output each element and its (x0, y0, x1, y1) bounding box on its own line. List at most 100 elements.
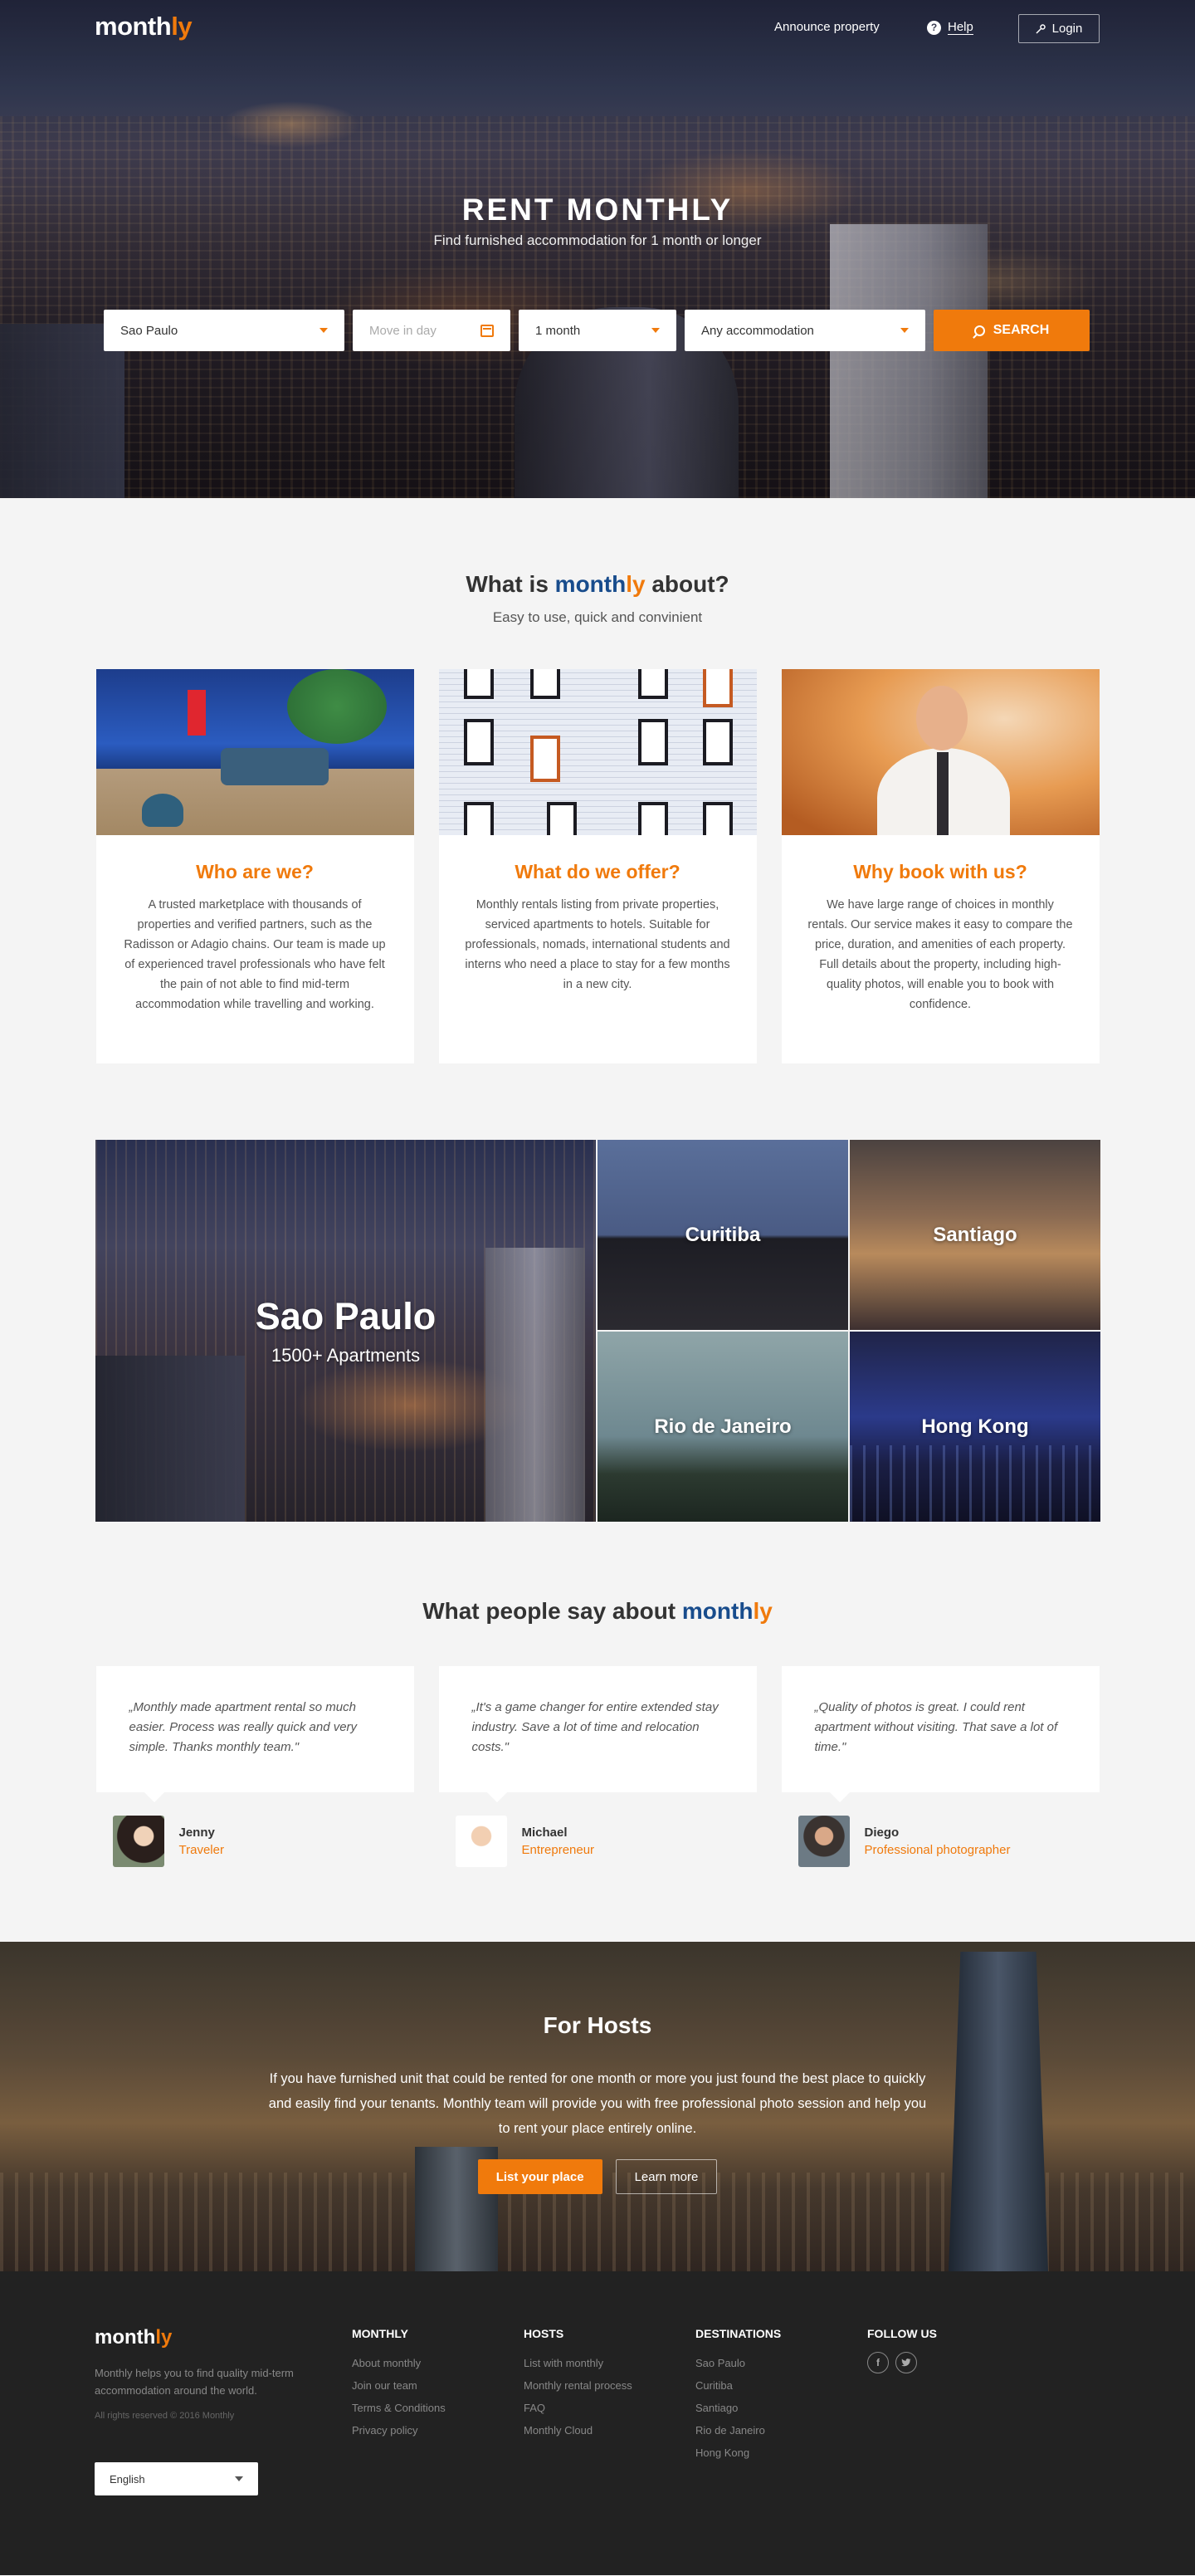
learn-more-button[interactable]: Learn more (615, 2159, 718, 2194)
help-link[interactable]: ? Help (927, 20, 973, 35)
city-tile-curitiba[interactable]: Curitiba (598, 1140, 848, 1330)
destinations-section: Sao Paulo 1500+ Apartments Curitiba Sant… (95, 1140, 1100, 1522)
testimonial-quote: „It's a game changer for entire extended… (438, 1666, 757, 1802)
footer-link[interactable]: List with monthly (524, 2352, 632, 2374)
logo-text: month (95, 2326, 156, 2349)
hero-title: RENT MONTHLY (461, 193, 734, 227)
author-name: Diego (864, 1826, 900, 1840)
avatar (455, 1816, 507, 1867)
photo-detail (702, 719, 733, 765)
office-lounge-photo (95, 669, 414, 835)
footer-link[interactable]: Hong Kong (695, 2442, 781, 2464)
announce-property-link[interactable]: Announce property (774, 20, 880, 34)
photo-detail (529, 736, 560, 782)
search-label: SEARCH (993, 323, 1050, 337)
help-label: Help (948, 20, 973, 35)
list-your-place-button[interactable]: List your place (477, 2159, 602, 2194)
logo-accent: ly (155, 2326, 173, 2349)
photo-detail (936, 752, 949, 835)
language-value: English (110, 2472, 145, 2486)
search-icon (973, 325, 985, 336)
card-text: We have large range of choices in monthl… (807, 898, 1073, 1011)
footer-link[interactable]: Monthly rental process (524, 2374, 632, 2397)
photo-detail (220, 748, 329, 785)
testimonial: „Quality of photos is great. I could ren… (781, 1666, 1100, 1867)
chevron-down-icon (900, 328, 909, 333)
testimonial-author: Jenny Traveler (96, 1816, 414, 1867)
footer-link[interactable]: About monthly (352, 2352, 446, 2374)
help-icon: ? (927, 20, 941, 35)
testimonial: „Monthly made apartment rental so much e… (95, 1666, 414, 1867)
city-tile-rio-de-janeiro[interactable]: Rio de Janeiro (598, 1332, 848, 1522)
testimonial-list: „Monthly made apartment rental so much e… (0, 1666, 1195, 1867)
about-card: Who are we? A trusted marketplace with t… (95, 669, 414, 1063)
footer-link[interactable]: Rio de Janeiro (695, 2419, 781, 2442)
city-count: 1500+ Apartments (271, 1345, 421, 1366)
avatar (112, 1816, 164, 1867)
testimonial-quote: „Monthly made apartment rental so much e… (95, 1666, 414, 1802)
footer-link[interactable]: Terms & Conditions (352, 2397, 446, 2419)
photo-detail (546, 802, 577, 835)
footer-column-follow: FOLLOW US f (867, 2327, 937, 2373)
accommodation-select[interactable]: Any accommodation (685, 310, 925, 351)
city-name: Curitiba (685, 1223, 761, 1246)
twitter-icon[interactable] (895, 2352, 917, 2373)
search-button[interactable]: SEARCH (934, 310, 1090, 351)
key-icon (1036, 23, 1046, 34)
card-text: Monthly rentals listing from private pro… (465, 898, 730, 991)
footer-link[interactable]: Privacy policy (352, 2419, 446, 2442)
photo-detail (463, 719, 494, 765)
move-in-date-input[interactable]: Move in day (353, 310, 510, 351)
footer-link[interactable]: Sao Paulo (695, 2352, 781, 2374)
login-label: Login (1051, 22, 1083, 36)
author-name: Michael (521, 1826, 568, 1840)
city-tile-hong-kong[interactable]: Hong Kong (850, 1332, 1100, 1522)
photo-detail (485, 1248, 585, 1522)
city-tile-sao-paulo[interactable]: Sao Paulo 1500+ Apartments (95, 1140, 596, 1522)
footer-link[interactable]: Join our team (352, 2374, 446, 2397)
brand-accent: ly (626, 571, 646, 597)
photo-detail (637, 719, 668, 765)
city-name: Hong Kong (921, 1415, 1029, 1438)
twitter-bird-glyph (901, 2358, 911, 2367)
author-name: Jenny (178, 1826, 215, 1840)
card-text: A trusted marketplace with thousands of … (124, 898, 386, 1011)
city-select[interactable]: Sao Paulo (104, 310, 344, 351)
photo-detail (915, 686, 968, 750)
host-with-keys-photo (781, 669, 1100, 835)
testimonials-title: What people say about monthly (0, 1598, 1195, 1625)
logo-accent: ly (171, 12, 193, 41)
brand-text: month (554, 571, 627, 597)
about-card: What do we offer? Monthly rentals listin… (438, 669, 757, 1063)
testimonial-author: Michael Entrepreneur (439, 1816, 757, 1867)
city-tile-santiago[interactable]: Santiago (850, 1140, 1100, 1330)
about-card: Why book with us? We have large range of… (781, 669, 1100, 1063)
footer-link[interactable]: Monthly Cloud (524, 2419, 632, 2442)
testimonials-section: What people say about monthly „Monthly m… (0, 1522, 1195, 1867)
footer-column-title: FOLLOW US (867, 2327, 937, 2340)
footer-link[interactable]: FAQ (524, 2397, 632, 2419)
facebook-icon[interactable]: f (867, 2352, 889, 2373)
duration-select[interactable]: 1 month (519, 310, 676, 351)
footer-description: Monthly helps you to find quality mid-te… (95, 2367, 294, 2397)
footer: monthly Monthly helps you to find qualit… (0, 2271, 1195, 2575)
footer-logo[interactable]: monthly (95, 2326, 172, 2349)
footer-column-title: MONTHLY (352, 2327, 408, 2340)
photo-detail (529, 669, 560, 699)
footer-column-hosts: HOSTS List with monthly Monthly rental p… (524, 2327, 632, 2442)
social-links: f (867, 2352, 937, 2373)
about-section: What is monthly about? Easy to use, quic… (0, 498, 1195, 1063)
about-title-text: What is (466, 571, 555, 597)
login-button[interactable]: Login (1018, 14, 1100, 43)
city-name: Sao Paulo (255, 1295, 437, 1337)
photo-detail (702, 802, 733, 835)
language-select[interactable]: English (95, 2462, 258, 2495)
footer-link[interactable]: Santiago (695, 2397, 781, 2419)
logo[interactable]: monthly (95, 12, 193, 42)
brand-text: month (681, 1598, 754, 1624)
city-name: Rio de Janeiro (654, 1415, 792, 1438)
footer-link[interactable]: Curitiba (695, 2374, 781, 2397)
hosts-title: For Hosts (543, 2012, 652, 2038)
footer-column-title: DESTINATIONS (695, 2327, 782, 2340)
hero-overlay (0, 0, 1195, 498)
